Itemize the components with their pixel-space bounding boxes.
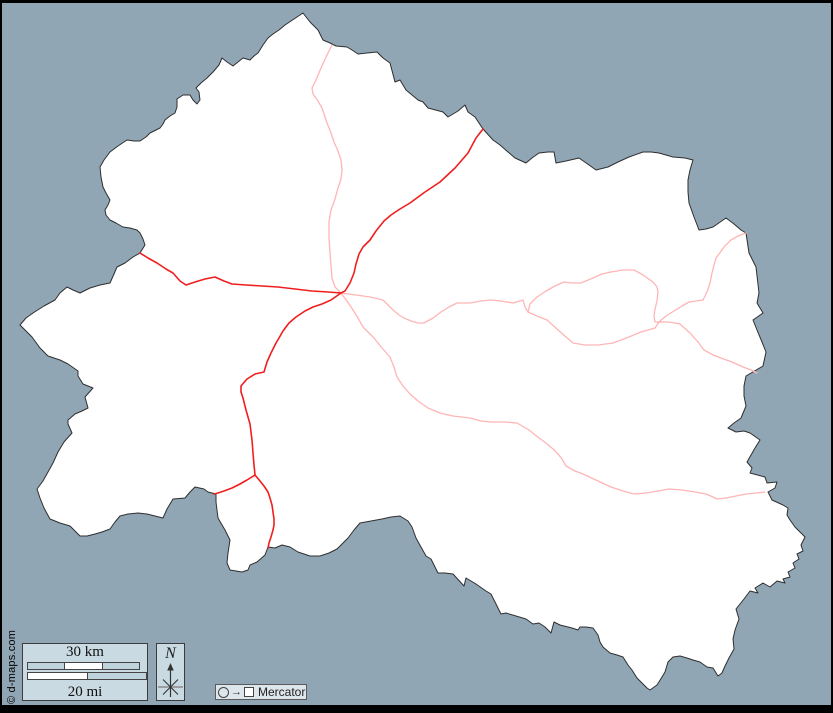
map-viewport: 30 km 20 mi N → Mercator © d-maps.com xyxy=(0,0,833,713)
globe-circle-icon xyxy=(218,687,229,698)
scale-mi-bar xyxy=(27,672,147,680)
map-canvas xyxy=(0,0,833,713)
projection-legend: → Mercator xyxy=(215,684,307,700)
scale-km-segment xyxy=(28,663,64,669)
arrow-right-icon: → xyxy=(231,687,242,697)
north-indicator: N xyxy=(156,643,185,701)
projection-label: Mercator xyxy=(258,685,305,699)
scale-km-label: 30 km xyxy=(23,644,147,660)
flat-map-square-icon xyxy=(244,687,254,697)
scale-mi-segment xyxy=(87,673,147,679)
scale-km-segment xyxy=(102,663,139,669)
scale-km-segment xyxy=(64,663,101,669)
scale-box: 30 km 20 mi xyxy=(22,643,148,701)
scale-mi-label: 20 mi xyxy=(23,684,147,700)
north-label: N xyxy=(165,645,176,663)
attribution-text: © d-maps.com xyxy=(6,630,18,704)
scale-mi-segment xyxy=(28,673,87,679)
compass-icon xyxy=(157,663,184,699)
scale-km-bar xyxy=(27,662,140,670)
